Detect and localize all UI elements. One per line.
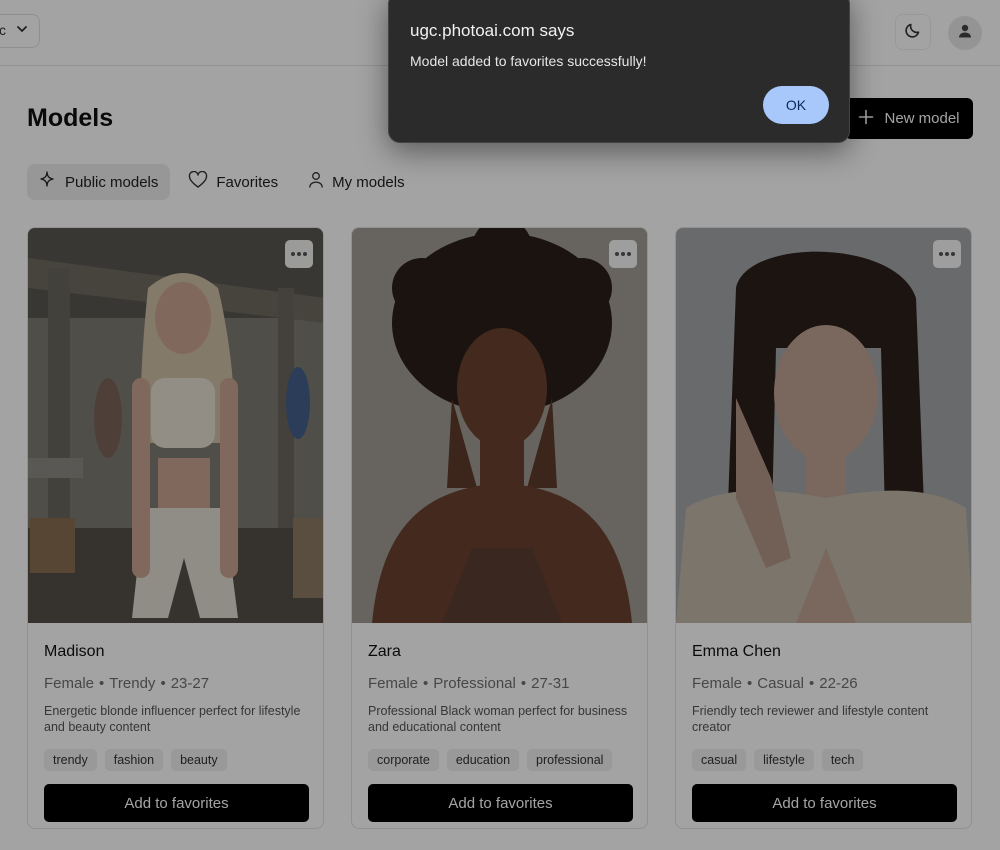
alert-dialog: ugc.photoai.com says Model added to favo… xyxy=(388,0,850,143)
dialog-title: ugc.photoai.com says xyxy=(410,21,575,40)
dialog-message: Model added to favorites successfully! xyxy=(410,53,647,69)
ok-button[interactable]: OK xyxy=(763,86,829,124)
